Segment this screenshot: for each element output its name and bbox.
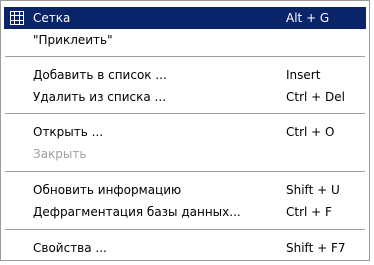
menu-item-refresh-info[interactable]: Обновить информацию Shift + U xyxy=(4,179,366,201)
menu-item-shortcut: Ctrl + F xyxy=(286,205,332,219)
menu-item-shortcut: Ctrl + O xyxy=(286,125,335,139)
menu-item-open[interactable]: Открыть ... Ctrl + O xyxy=(4,121,366,143)
grid-icon xyxy=(10,11,24,25)
menu-item-add-to-list[interactable]: Добавить в список ... Insert xyxy=(4,64,366,86)
menu-item-grid[interactable]: Сетка Alt + G xyxy=(4,7,366,29)
context-menu: Сетка Alt + G "Приклеить" Добавить в спи… xyxy=(0,0,370,261)
menu-separator xyxy=(5,229,365,231)
menu-item-label: Открыть ... xyxy=(33,125,104,139)
menu-item-close: Закрыть xyxy=(4,143,366,165)
menu-item-label: "Приклеить" xyxy=(33,33,113,47)
menu-item-label: Дефрагментация базы данных... xyxy=(33,205,241,219)
menu-item-properties[interactable]: Свойства ... Shift + F7 xyxy=(4,237,366,259)
menu-item-label: Добавить в список ... xyxy=(33,68,167,82)
menu-item-stick[interactable]: "Приклеить" xyxy=(4,29,366,51)
menu-item-label: Удалить из списка ... xyxy=(33,90,167,104)
menu-separator xyxy=(5,113,365,115)
menu-item-defragment-db[interactable]: Дефрагментация базы данных... Ctrl + F xyxy=(4,201,366,223)
menu-item-shortcut: Shift + U xyxy=(286,183,340,197)
menu-item-shortcut: Alt + G xyxy=(286,11,330,25)
menu-item-remove-from-list[interactable]: Удалить из списка ... Ctrl + Del xyxy=(4,86,366,108)
menu-separator xyxy=(5,171,365,173)
menu-item-label: Свойства ... xyxy=(33,241,107,255)
menu-item-label: Обновить информацию xyxy=(33,183,182,197)
menu-item-label: Закрыть xyxy=(33,147,87,161)
menu-item-label: Сетка xyxy=(33,11,71,25)
menu-item-shortcut: Shift + F7 xyxy=(286,241,346,255)
menu-separator xyxy=(5,56,365,58)
menu-item-shortcut: Ctrl + Del xyxy=(286,90,345,104)
menu-item-shortcut: Insert xyxy=(286,68,321,82)
